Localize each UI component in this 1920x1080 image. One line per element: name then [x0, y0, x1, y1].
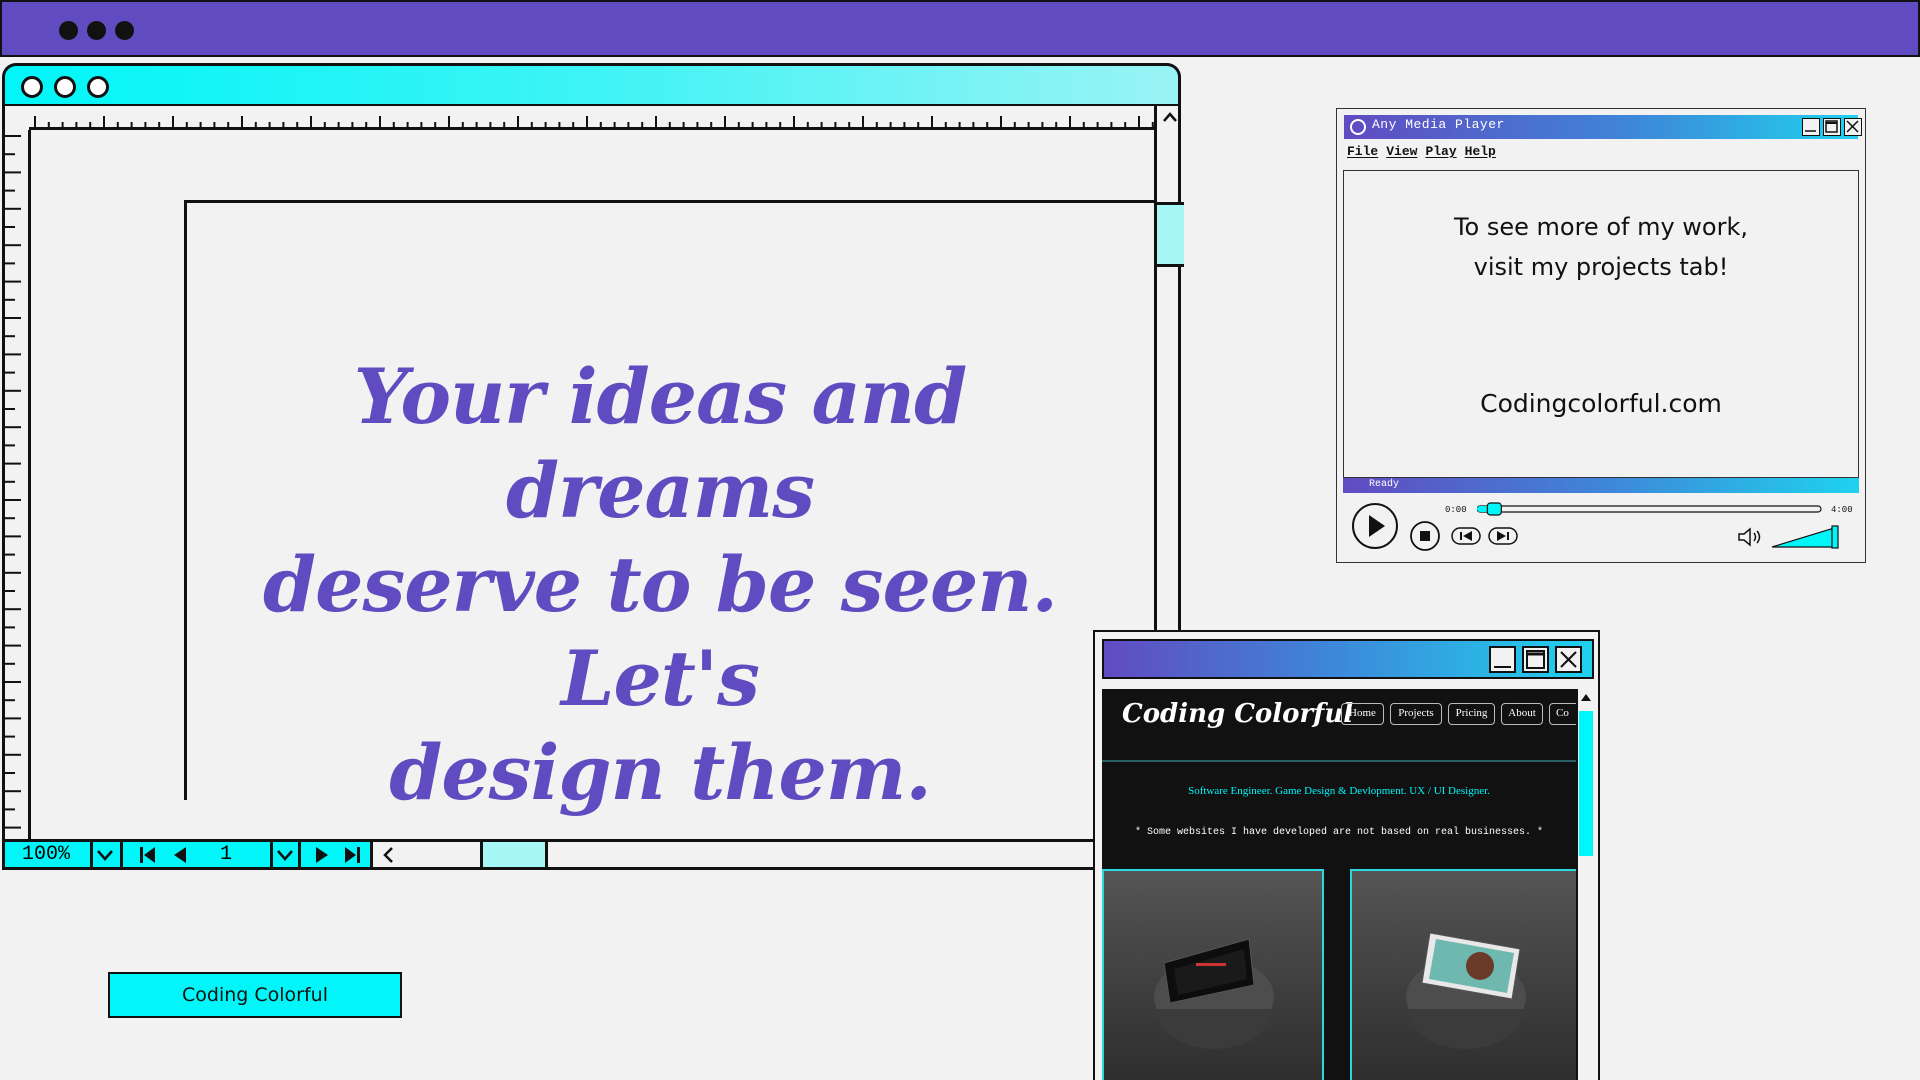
- menu-play[interactable]: Play: [1425, 144, 1456, 159]
- next-icon[interactable]: [313, 846, 331, 864]
- chevron-left-icon[interactable]: [381, 846, 397, 864]
- menu-dot-1-icon[interactable]: [59, 21, 78, 40]
- zoom-dropdown-button[interactable]: [93, 842, 123, 867]
- media-status-bar: Ready: [1343, 478, 1859, 493]
- media-player-title: Any Media Player: [1372, 117, 1505, 132]
- menu-dot-3-icon[interactable]: [115, 21, 134, 40]
- skip-last-icon[interactable]: [343, 846, 361, 864]
- nav-contact[interactable]: Co: [1549, 703, 1576, 725]
- brand-label-button[interactable]: Coding Colorful: [108, 972, 402, 1018]
- skip-first-icon[interactable]: [139, 846, 157, 864]
- maximize-button[interactable]: [1522, 646, 1549, 673]
- previous-track-button[interactable]: [1451, 527, 1481, 545]
- nav-home[interactable]: Home: [1341, 703, 1384, 725]
- chevron-down-icon: [277, 850, 293, 861]
- chevron-down-icon: [97, 850, 113, 861]
- seek-knob[interactable]: [1486, 502, 1502, 516]
- media-message-line-2: visit my projects tab!: [1473, 253, 1729, 281]
- design-bottom-toolbar: 100% 1: [2, 839, 1181, 870]
- browser-scrollbar-thumb[interactable]: [1579, 711, 1593, 856]
- close-button[interactable]: [1555, 646, 1582, 673]
- media-play-logo-icon: [1350, 119, 1366, 135]
- volume-slider[interactable]: [1770, 524, 1842, 550]
- media-site-link[interactable]: Codingcolorful.com: [1344, 389, 1858, 418]
- media-player-titlebar: Any Media Player: [1344, 115, 1862, 139]
- vertical-ruler: [5, 130, 31, 842]
- menu-dot-2-icon[interactable]: [87, 21, 106, 40]
- menu-help[interactable]: Help: [1465, 144, 1496, 159]
- site-note: * Some websites I have developed are not…: [1134, 827, 1544, 838]
- maximize-button[interactable]: [1823, 118, 1841, 136]
- horizontal-scroll-thumb[interactable]: [483, 842, 548, 867]
- media-player-menubar: File View Play Help: [1347, 144, 1504, 159]
- site-logo[interactable]: Coding Colorful: [1122, 699, 1353, 729]
- browser-titlebar: [1102, 639, 1594, 679]
- media-message: To see more of my work, visit my project…: [1344, 207, 1858, 287]
- media-player-window: Any Media Player File View Play Help To see…: [1336, 108, 1866, 563]
- volume-knob[interactable]: [1831, 525, 1839, 549]
- site-tagline: Software Engineer. Game Design & Devlopm…: [1188, 785, 1490, 797]
- seek-bar[interactable]: [1477, 501, 1823, 517]
- project-card-1[interactable]: [1102, 869, 1324, 1080]
- volume-icon[interactable]: [1737, 527, 1765, 547]
- time-start: 0:00: [1445, 505, 1467, 515]
- laptop-image: [1154, 938, 1274, 1049]
- play-button[interactable]: [1351, 502, 1399, 550]
- page-nav-group: [123, 842, 208, 867]
- minimize-button[interactable]: [1489, 646, 1516, 673]
- prev-icon[interactable]: [171, 846, 189, 864]
- browser-page: Coding Colorful Home Projects Pricing Ab…: [1102, 689, 1576, 1080]
- page-number-field[interactable]: 1: [208, 842, 273, 867]
- window-control-circle-icon[interactable]: [87, 76, 109, 98]
- page-nav-forward-group: [301, 842, 373, 867]
- headline-line-2: deserve to be seen. Let's: [262, 540, 1058, 723]
- headline: Your ideas and dreams deserve to be seen…: [210, 350, 1110, 820]
- scrollbar-thumb[interactable]: [1157, 202, 1184, 267]
- laptop-image: [1406, 932, 1526, 1049]
- scroll-up-chevron-icon[interactable]: [1162, 110, 1178, 126]
- stop-button[interactable]: [1409, 520, 1441, 552]
- browser-window: Coding Colorful Home Projects Pricing Ab…: [1093, 630, 1600, 1080]
- scroll-up-arrow-icon[interactable]: [1578, 689, 1594, 705]
- minimize-button[interactable]: [1802, 118, 1820, 136]
- top-bar: [0, 0, 1920, 57]
- browser-scrollbar[interactable]: [1576, 689, 1594, 1080]
- time-end: 4:00: [1831, 505, 1853, 515]
- nav-pricing[interactable]: Pricing: [1448, 703, 1495, 725]
- media-player-screen: To see more of my work, visit my project…: [1343, 170, 1859, 478]
- window-control-circle-icon[interactable]: [21, 76, 43, 98]
- design-window-titlebar: [2, 63, 1181, 106]
- headline-line-3: design them.: [389, 728, 932, 817]
- close-button[interactable]: [1844, 118, 1862, 136]
- horizontal-scroll-left[interactable]: [373, 842, 483, 867]
- zoom-field[interactable]: 100%: [5, 842, 93, 867]
- media-status-text: Ready: [1369, 479, 1400, 490]
- media-message-line-1: To see more of my work,: [1453, 213, 1749, 241]
- horizontal-ruler: [29, 116, 1155, 130]
- nav-about[interactable]: About: [1501, 703, 1543, 725]
- next-track-button[interactable]: [1488, 527, 1518, 545]
- project-card-2[interactable]: [1350, 869, 1576, 1080]
- page-dropdown-button[interactable]: [273, 842, 301, 867]
- stop-icon: [1420, 531, 1430, 541]
- window-control-circle-icon[interactable]: [54, 76, 76, 98]
- nav-projects[interactable]: Projects: [1390, 703, 1442, 725]
- header-divider: [1102, 760, 1576, 762]
- menu-view[interactable]: View: [1386, 144, 1417, 159]
- headline-line-1: Your ideas and dreams: [353, 352, 968, 535]
- menu-file[interactable]: File: [1347, 144, 1378, 159]
